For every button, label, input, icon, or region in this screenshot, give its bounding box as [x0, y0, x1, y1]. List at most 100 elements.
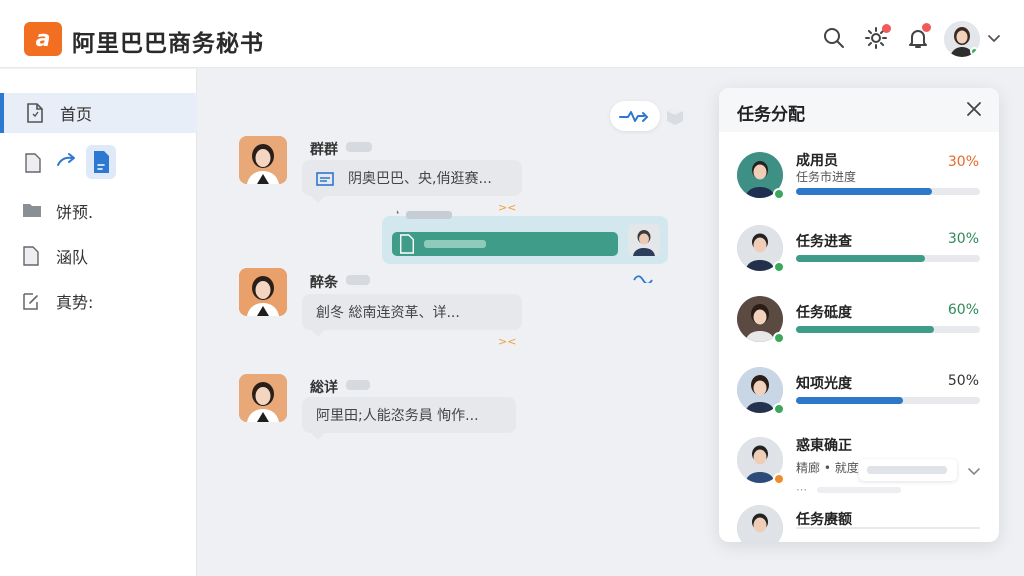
divider — [796, 527, 980, 529]
notification-dot — [922, 23, 931, 32]
task-percent: 30% — [947, 231, 979, 247]
app-title: 阿里巴巴商务秘书 — [72, 31, 264, 57]
cube-icon[interactable] — [664, 105, 686, 127]
sidebar-item-files[interactable] — [0, 141, 197, 185]
sidebar-item-preview[interactable]: 饼预. — [0, 191, 197, 231]
status-dot — [773, 473, 785, 485]
placeholder-line — [817, 487, 901, 493]
pulse-icon[interactable] — [610, 101, 660, 131]
task-name: 任务赓额 — [796, 512, 852, 528]
name-placeholder — [346, 142, 372, 152]
status-dot — [773, 188, 785, 200]
avatar — [737, 152, 785, 200]
file-attachment[interactable] — [392, 232, 618, 256]
close-icon[interactable] — [965, 100, 983, 118]
forward-arrow-icon — [56, 151, 78, 171]
status-dot — [773, 261, 785, 273]
bubble-tail — [310, 432, 326, 440]
progress-fill — [796, 397, 903, 404]
chevron-down-icon[interactable] — [986, 30, 1002, 46]
progress-fill — [796, 326, 934, 333]
user-avatar[interactable] — [944, 21, 980, 57]
message-bubble[interactable]: 阴奥巴巴、央,俏逛赛... — [302, 160, 522, 196]
edit-icon — [22, 291, 40, 311]
quote-icon: ❛ — [396, 210, 399, 220]
progress-bar — [796, 255, 980, 262]
progress-bar — [796, 188, 980, 195]
bubble-tail — [310, 195, 326, 203]
progress-fill — [796, 188, 933, 195]
sender-name: 醉条 — [310, 275, 338, 291]
search-icon[interactable] — [822, 26, 846, 50]
name-placeholder — [346, 380, 370, 390]
sender-name: 群群 — [310, 142, 338, 158]
task-subtitle: 精廊 • 就度 — [796, 461, 859, 475]
bell-icon[interactable] — [906, 23, 931, 50]
avatar — [737, 437, 785, 485]
avatar[interactable] — [628, 224, 660, 256]
avatar[interactable] — [239, 268, 287, 316]
name-placeholder — [406, 211, 452, 219]
sidebar-item-label: 饼预. — [56, 203, 94, 222]
task-item[interactable]: 任务赓额 — [719, 503, 999, 542]
sidebar-item-edit[interactable]: 真势: — [0, 281, 197, 321]
chevron-down-icon[interactable] — [967, 463, 981, 477]
more-hint-icon: ⋯ — [796, 483, 807, 496]
sidebar-item-label: 首页 — [60, 105, 93, 124]
task-name: 惑東确正 — [796, 438, 852, 454]
sidebar-item-label: 涵队 — [56, 248, 89, 267]
read-mark-icon: >< — [498, 335, 517, 348]
avatar[interactable] — [239, 136, 287, 184]
task-item[interactable]: 任务砥度 60% — [719, 294, 999, 364]
attachment-icon — [316, 170, 334, 186]
task-percent: 30% — [947, 154, 979, 170]
task-item[interactable]: 任务进查 30% — [719, 223, 999, 293]
status-dot — [773, 332, 785, 344]
dropdown-placeholder — [867, 466, 947, 474]
task-panel: 任务分配 成用员 任务市进度 30% 任务进查 30% 任务砥度 60% 知项光… — [719, 88, 999, 542]
document-icon — [26, 103, 44, 123]
file-icon — [399, 234, 415, 254]
message-bubble-self[interactable]: ❛ — [382, 210, 668, 264]
task-name: 任务进查 — [796, 234, 852, 250]
progress-bar — [796, 397, 980, 404]
task-item[interactable]: 知项光度 50% — [719, 365, 999, 435]
avatar — [737, 225, 785, 273]
avatar — [737, 367, 785, 415]
sidebar: 首页 饼预. 涵队 真势: — [0, 69, 197, 576]
task-percent: 60% — [947, 302, 979, 318]
bubble-tail — [310, 329, 326, 337]
app-header: a 阿里巴巴商务秘书 — [0, 0, 1024, 68]
online-status — [970, 47, 979, 56]
blue-file-icon[interactable] — [86, 145, 116, 179]
avatar — [737, 296, 785, 344]
file-icon — [22, 246, 40, 266]
message-text: 阿里田;人能恣务員 恂作... — [316, 408, 479, 424]
dropdown-field[interactable] — [859, 459, 957, 481]
message-bubble[interactable]: 阿里田;人能恣务員 恂作... — [302, 397, 516, 433]
panel-title: 任务分配 — [737, 105, 805, 125]
filename-placeholder — [424, 240, 486, 248]
status-dot — [773, 403, 785, 415]
progress-fill — [796, 255, 925, 262]
wave-icon — [632, 268, 654, 285]
task-name: 任务砥度 — [796, 305, 852, 321]
sidebar-item-home[interactable]: 首页 — [0, 93, 197, 133]
task-item[interactable]: 惑東确正 精廊 • 就度 ⋯ — [719, 435, 999, 505]
file-icon — [24, 153, 42, 173]
avatar[interactable] — [239, 374, 287, 422]
progress-bar — [796, 326, 980, 333]
panel-header: 任务分配 — [719, 88, 999, 132]
task-name: 知项光度 — [796, 376, 852, 392]
avatar — [737, 505, 783, 542]
task-percent: 50% — [947, 373, 979, 389]
name-placeholder — [346, 275, 370, 285]
sidebar-item-team[interactable]: 涵队 — [0, 236, 197, 276]
message-bubble[interactable]: 創冬 総南连资革、详... — [302, 294, 522, 330]
gear-icon[interactable] — [864, 24, 891, 50]
message-text: 阴奥巴巴、央,俏逛赛... — [348, 171, 492, 187]
sender-name: 総详 — [310, 380, 338, 396]
app-logo[interactable]: a — [24, 22, 62, 56]
task-item[interactable]: 成用员 任务市进度 30% — [719, 150, 999, 220]
message-text: 創冬 総南连资革、详... — [316, 305, 460, 321]
